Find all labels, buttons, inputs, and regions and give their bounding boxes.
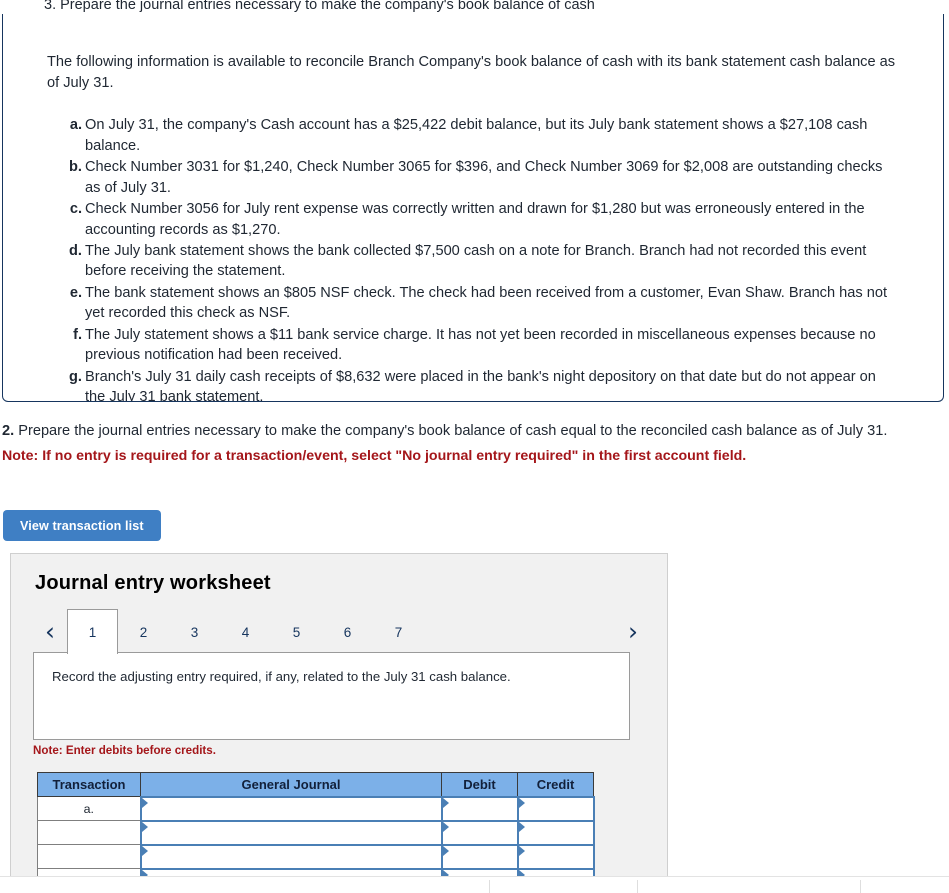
credit-input-field[interactable] (516, 819, 595, 846)
credit-input-field[interactable] (516, 867, 595, 876)
tab-6[interactable]: 6 (322, 609, 373, 654)
list-item: a. On July 31, the company's Cash accoun… (65, 115, 893, 156)
dropdown-marker-icon (518, 821, 525, 832)
question-intro: The following information is available t… (47, 54, 896, 91)
list-item-text: Check Number 3056 for July rent expense … (85, 201, 865, 238)
table-row (37, 867, 595, 876)
list-item-label: d. (69, 242, 82, 259)
column-header-transaction: Transaction (37, 772, 141, 797)
requirement-line: 2. Prepare the journal entries necessary… (2, 421, 942, 442)
cell-transaction (37, 868, 141, 876)
dropdown-marker-icon (141, 797, 148, 808)
list-item: b. Check Number 3031 for $1,240, Check N… (65, 157, 893, 198)
list-item: g. Branch's July 31 daily cash receipts … (65, 367, 893, 402)
table-row: a. (37, 795, 595, 822)
credit-input-field[interactable] (516, 795, 595, 822)
fact-list: a. On July 31, the company's Cash accoun… (65, 115, 893, 402)
debit-input-field[interactable] (440, 867, 519, 876)
dropdown-marker-icon (518, 845, 525, 856)
debit-input-field[interactable] (440, 819, 519, 846)
question-panel: The following information is available t… (2, 14, 944, 402)
journal-entry-worksheet-panel: Journal entry worksheet ‹ 1 2 3 4 5 6 7 … (10, 553, 668, 876)
chevron-right-icon[interactable]: › (613, 609, 653, 653)
tab-7[interactable]: 7 (373, 609, 424, 654)
cell-transaction (37, 820, 141, 845)
tab-3[interactable]: 3 (169, 609, 220, 654)
requirement-number: 2. (2, 423, 15, 439)
list-item-text: The July bank statement shows the bank c… (85, 242, 867, 280)
list-item-label: c. (69, 201, 82, 218)
debit-input-field[interactable] (440, 795, 519, 822)
chevron-left-icon[interactable]: ‹ (33, 609, 67, 653)
column-header-credit: Credit (517, 772, 594, 797)
requirement-block: 2. Prepare the journal entries necessary… (2, 421, 942, 466)
requirement-note: Note: If no entry is required for a tran… (2, 447, 747, 464)
table-header-row: Transaction General Journal Debit Credit (37, 772, 594, 797)
list-item-label: b. (69, 159, 82, 176)
list-item: c. Check Number 3056 for July rent expen… (65, 199, 893, 240)
worksheet-subnote: Note: Enter debits before credits. (33, 744, 216, 757)
worksheet-description-box: Record the adjusting entry required, if … (33, 652, 630, 740)
list-item-label: f. (73, 326, 82, 343)
credit-input-field[interactable] (516, 843, 595, 870)
worksheet-tab-bar: ‹ 1 2 3 4 5 6 7 › (33, 609, 653, 654)
list-item-text: Branch's July 31 daily cash receipts of … (85, 368, 876, 402)
journal-entry-table: Transaction General Journal Debit Credit… (37, 772, 595, 876)
list-item: f. The July statement shows a $11 bank s… (65, 325, 893, 366)
dropdown-marker-icon (442, 797, 449, 808)
account-select-field[interactable] (139, 819, 443, 846)
view-transaction-list-button[interactable]: View transaction list (3, 510, 161, 541)
list-item-label: e. (69, 284, 82, 301)
account-select-field[interactable] (139, 843, 443, 870)
list-item-text: The July statement shows a $11 bank serv… (85, 326, 876, 364)
debit-input-field[interactable] (440, 843, 519, 870)
table-row (37, 843, 595, 870)
page-footer (0, 876, 949, 893)
account-select-field[interactable] (139, 867, 443, 876)
list-item: e. The bank statement shows an $805 NSF … (65, 283, 893, 324)
account-select-field[interactable] (139, 795, 443, 822)
list-item-label: a. (69, 117, 82, 134)
list-item-text: Check Number 3031 for $1,240, Check Numb… (85, 159, 883, 196)
footer-divider (637, 880, 638, 893)
column-header-general-journal: General Journal (140, 772, 442, 797)
tab-5[interactable]: 5 (271, 609, 322, 654)
cell-transaction: a. (37, 796, 141, 821)
table-row (37, 819, 595, 846)
dropdown-marker-icon (518, 797, 525, 808)
list-item-text: On July 31, the company's Cash account h… (85, 117, 868, 154)
column-header-debit: Debit (441, 772, 518, 797)
tab-4[interactable]: 4 (220, 609, 271, 654)
requirement-text: Prepare the journal entries necessary to… (18, 423, 888, 439)
tab-1[interactable]: 1 (67, 609, 118, 654)
list-item: d. The July bank statement shows the ban… (65, 241, 893, 282)
worksheet-description-text: Record the adjusting entry required, if … (52, 669, 511, 684)
dropdown-marker-icon (141, 821, 148, 832)
dropdown-marker-icon (442, 845, 449, 856)
list-item-label: g. (69, 368, 82, 385)
list-item-text: The bank statement shows an $805 NSF che… (85, 284, 888, 322)
footer-divider (860, 880, 861, 893)
tab-2[interactable]: 2 (118, 609, 169, 654)
dropdown-marker-icon (442, 821, 449, 832)
cell-transaction (37, 844, 141, 869)
dropdown-marker-icon (141, 845, 148, 856)
footer-divider (489, 880, 490, 893)
worksheet-title: Journal entry worksheet (35, 572, 271, 594)
